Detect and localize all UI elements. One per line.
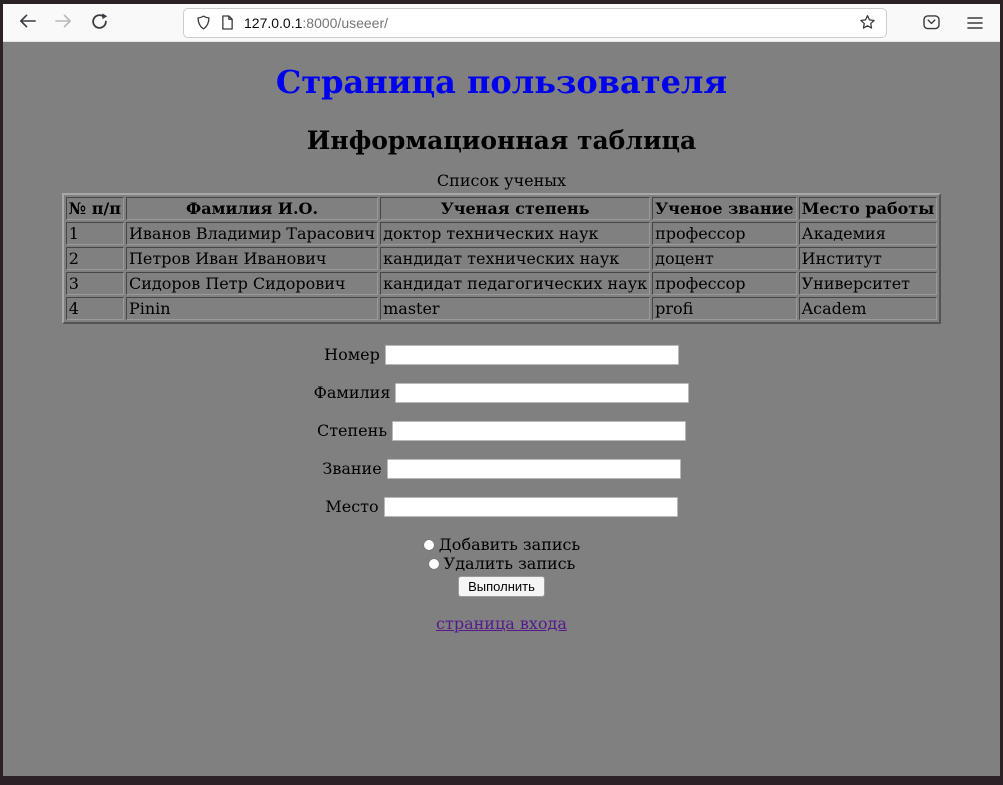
- url-path: :8000/useeer/: [302, 15, 388, 31]
- submit-row: Выполнить: [3, 576, 1000, 597]
- place-input[interactable]: [384, 497, 678, 517]
- table-cell: профессор: [652, 272, 796, 295]
- execute-button[interactable]: Выполнить: [458, 576, 545, 597]
- add-record-radio[interactable]: [423, 539, 435, 551]
- scientists-table: № п/п Фамилия И.О. Ученая степень Ученое…: [62, 193, 942, 324]
- pocket-icon[interactable]: [918, 10, 944, 36]
- delete-record-radio[interactable]: [428, 558, 440, 570]
- page-title: Страница пользователя: [3, 63, 1000, 101]
- browser-window: 127.0.0.1:8000/useeer/ Страница пользова…: [0, 0, 1003, 785]
- table-cell: Университет: [799, 272, 938, 295]
- table-row: 2 Петров Иван Иванович кандидат техничес…: [66, 247, 938, 270]
- number-label: Номер: [324, 345, 380, 364]
- table-cell: Academ: [799, 297, 938, 320]
- table-cell: профессор: [652, 222, 796, 245]
- url-bar[interactable]: 127.0.0.1:8000/useeer/: [183, 8, 887, 38]
- table-cell: доцент: [652, 247, 796, 270]
- table-cell: Институт: [799, 247, 938, 270]
- operation-radio-group: Добавить запись Удалить запись: [3, 534, 1000, 572]
- browser-toolbar: 127.0.0.1:8000/useeer/: [3, 4, 1000, 42]
- hamburger-menu-icon[interactable]: [962, 10, 988, 36]
- table-cell: кандидат технических наук: [380, 247, 650, 270]
- surname-input[interactable]: [395, 383, 689, 403]
- table-cell: Иванов Владимир Тарасович: [126, 222, 378, 245]
- page-info-icon[interactable]: [221, 15, 234, 30]
- table-cell: profi: [652, 297, 796, 320]
- radio-row-delete: Удалить запись: [3, 553, 1000, 572]
- record-form: Номер Фамилия Степень Звание Место Добав…: [3, 344, 1000, 597]
- table-cell: кандидат педагогических наук: [380, 272, 650, 295]
- surname-label: Фамилия: [314, 383, 391, 402]
- radio-row-add: Добавить запись: [3, 534, 1000, 553]
- reload-icon: [91, 13, 108, 33]
- table-cell: 3: [66, 272, 124, 295]
- delete-record-label: Удалить запись: [444, 554, 576, 573]
- bookmark-star-icon[interactable]: [854, 10, 880, 36]
- table-cell: 1: [66, 222, 124, 245]
- back-arrow-icon: [18, 13, 37, 32]
- column-header: № п/п: [66, 197, 124, 220]
- reload-button[interactable]: [85, 9, 113, 37]
- rank-input[interactable]: [387, 459, 681, 479]
- forward-button[interactable]: [49, 9, 77, 37]
- form-row-rank: Звание: [3, 458, 1000, 478]
- table-row: 3 Сидоров Петр Сидорович кандидат педаго…: [66, 272, 938, 295]
- form-row-degree: Степень: [3, 420, 1000, 440]
- form-row-place: Место: [3, 496, 1000, 516]
- table-caption: Список ученых: [3, 171, 1000, 190]
- table-row: 4 Pinin master profi Academ: [66, 297, 938, 320]
- column-header: Ученое звание: [652, 197, 796, 220]
- column-header: Место работы: [799, 197, 938, 220]
- section-title: Информационная таблица: [3, 126, 1000, 155]
- form-row-surname: Фамилия: [3, 382, 1000, 402]
- table-cell: Pinin: [126, 297, 378, 320]
- add-record-label: Добавить запись: [439, 535, 580, 554]
- column-header: Фамилия И.О.: [126, 197, 378, 220]
- login-link-row: страница входа: [3, 614, 1000, 633]
- form-row-number: Номер: [3, 344, 1000, 364]
- table-cell: Академия: [799, 222, 938, 245]
- table-cell: Сидоров Петр Сидорович: [126, 272, 378, 295]
- login-page-link[interactable]: страница входа: [436, 614, 567, 633]
- shield-icon[interactable]: [196, 14, 211, 31]
- url-address[interactable]: 127.0.0.1:8000/useeer/: [244, 15, 854, 31]
- table-header-row: № п/п Фамилия И.О. Ученая степень Ученое…: [66, 197, 938, 220]
- degree-input[interactable]: [392, 421, 686, 441]
- table-cell: 4: [66, 297, 124, 320]
- table-cell: доктор технических наук: [380, 222, 650, 245]
- table-cell: master: [380, 297, 650, 320]
- page-content: Страница пользователя Информационная таб…: [3, 42, 1000, 776]
- rank-label: Звание: [322, 459, 381, 478]
- table-cell: Петров Иван Иванович: [126, 247, 378, 270]
- number-input[interactable]: [385, 345, 679, 365]
- degree-label: Степень: [317, 421, 387, 440]
- forward-arrow-icon: [54, 13, 73, 32]
- column-header: Ученая степень: [380, 197, 650, 220]
- back-button[interactable]: [13, 9, 41, 37]
- table-cell: 2: [66, 247, 124, 270]
- url-host: 127.0.0.1: [244, 15, 302, 31]
- place-label: Место: [325, 497, 378, 516]
- table-row: 1 Иванов Владимир Тарасович доктор техни…: [66, 222, 938, 245]
- toolbar-right-icons: [918, 10, 988, 36]
